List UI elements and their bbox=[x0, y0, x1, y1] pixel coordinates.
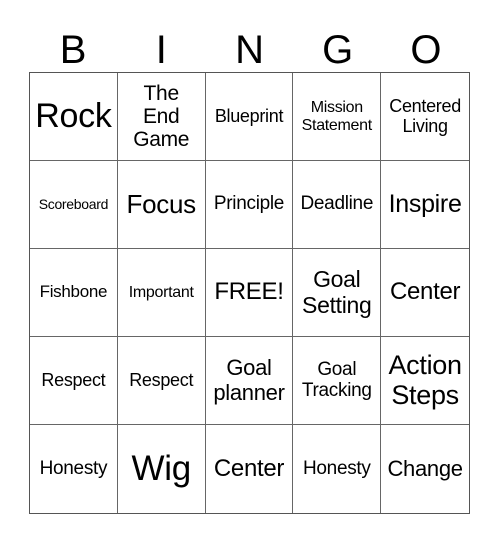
bingo-cell[interactable]: Rock bbox=[30, 73, 118, 161]
bingo-cell[interactable]: Mission Statement bbox=[293, 73, 382, 161]
bingo-cell[interactable]: Deadline bbox=[293, 161, 382, 249]
header-letter-b: B bbox=[59, 28, 87, 72]
bingo-cell[interactable]: Focus bbox=[117, 161, 206, 249]
header-letter-n: N bbox=[235, 28, 264, 72]
bingo-cell[interactable]: Inspire bbox=[381, 161, 469, 249]
bingo-cell[interactable]: Respect bbox=[117, 337, 206, 425]
bingo-cell[interactable]: Change bbox=[381, 425, 469, 513]
bingo-cell[interactable]: Scoreboard bbox=[30, 161, 118, 249]
bingo-cell[interactable]: Wig bbox=[118, 425, 206, 513]
bingo-cell-free[interactable]: FREE! bbox=[205, 249, 294, 337]
bingo-cell[interactable]: Principle bbox=[205, 161, 294, 249]
header-letter-i: I bbox=[155, 28, 167, 72]
bingo-cell[interactable]: Honesty bbox=[30, 425, 118, 513]
bingo-header: B I N G O bbox=[29, 28, 470, 72]
bingo-cell[interactable]: Fishbone bbox=[30, 249, 118, 337]
header-letter-o: O bbox=[410, 28, 442, 72]
bingo-cell[interactable]: The End Game bbox=[117, 73, 206, 161]
bingo-cell[interactable]: Important bbox=[117, 249, 206, 337]
bingo-cell[interactable]: Center bbox=[206, 425, 294, 513]
bingo-grid: Rock The End Game Blueprint Mission Stat… bbox=[29, 72, 470, 514]
bingo-cell[interactable]: Honesty bbox=[293, 425, 382, 513]
bingo-cell[interactable]: Centered Living bbox=[381, 73, 469, 161]
bingo-cell[interactable]: Center bbox=[381, 249, 469, 337]
bingo-cell[interactable]: Goal Tracking bbox=[293, 337, 382, 425]
bingo-cell[interactable]: Respect bbox=[30, 337, 118, 425]
bingo-cell[interactable]: Goal planner bbox=[205, 337, 294, 425]
bingo-cell[interactable]: Action Steps bbox=[381, 337, 469, 425]
bingo-cell[interactable]: Blueprint bbox=[205, 73, 294, 161]
bingo-cell[interactable]: Goal Setting bbox=[293, 249, 382, 337]
header-letter-g: G bbox=[322, 28, 354, 72]
